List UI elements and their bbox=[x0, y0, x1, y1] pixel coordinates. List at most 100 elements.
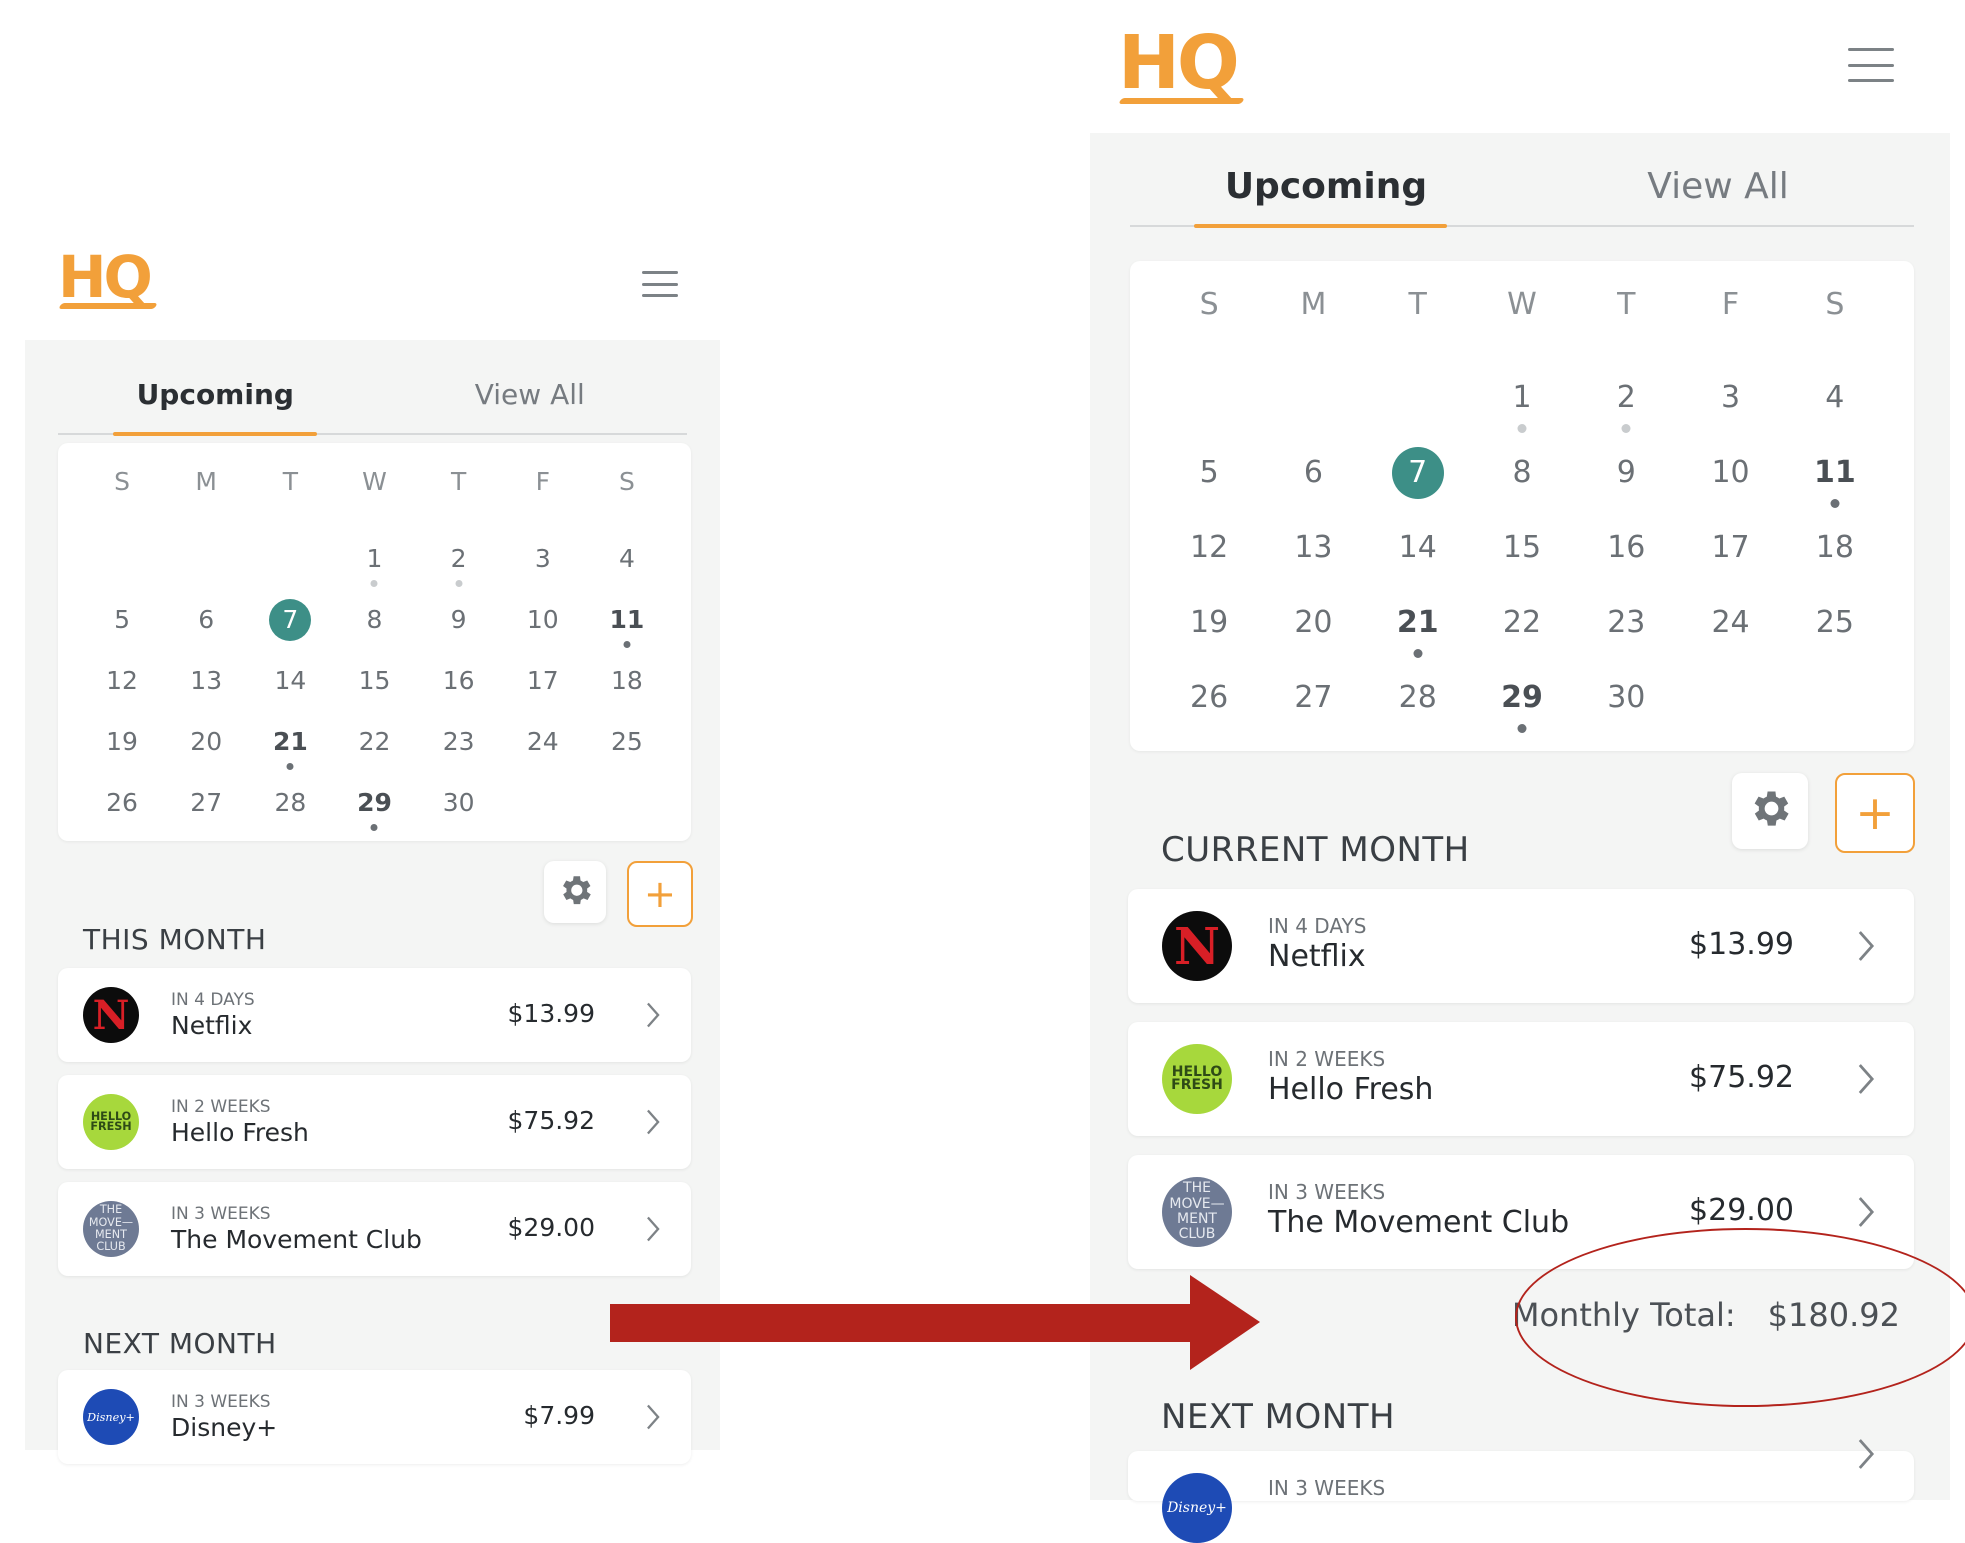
calendar-day[interactable]: 10 bbox=[501, 602, 585, 663]
calendar-day[interactable]: 2 bbox=[1574, 377, 1678, 452]
calendar-day[interactable]: 30 bbox=[1574, 677, 1678, 752]
calendar-day[interactable]: 26 bbox=[1157, 677, 1261, 752]
calendar-day[interactable]: 21 bbox=[248, 724, 332, 785]
chevron-right-icon[interactable] bbox=[645, 1001, 661, 1033]
calendar-day[interactable]: 21 bbox=[1366, 602, 1470, 677]
calendar-day[interactable]: 1 bbox=[332, 541, 416, 602]
calendar-day[interactable]: 29 bbox=[1470, 677, 1574, 752]
chevron-right-icon[interactable] bbox=[1856, 1437, 1876, 1475]
tab-view-all[interactable]: View All bbox=[1522, 153, 1914, 225]
calendar-day[interactable]: 9 bbox=[417, 602, 501, 663]
calendar-day[interactable]: 5 bbox=[80, 602, 164, 663]
calendar-day[interactable]: 9 bbox=[1574, 452, 1678, 527]
calendar-day[interactable]: 22 bbox=[1470, 602, 1574, 677]
day-number: 13 bbox=[190, 666, 223, 695]
calendar-day[interactable]: 27 bbox=[1261, 677, 1365, 752]
calendar-day[interactable]: 17 bbox=[1678, 527, 1782, 602]
weekday-label: M bbox=[1300, 287, 1327, 322]
calendar-day[interactable]: 10 bbox=[1678, 452, 1782, 527]
payment-dot bbox=[1621, 423, 1631, 433]
calendar-day[interactable]: 15 bbox=[332, 663, 416, 724]
calendar-day[interactable]: 18 bbox=[1783, 527, 1887, 602]
calendar-day[interactable]: 16 bbox=[417, 663, 501, 724]
calendar-day[interactable]: 23 bbox=[1574, 602, 1678, 677]
calendar-day[interactable]: 8 bbox=[1470, 452, 1574, 527]
chevron-right-icon[interactable] bbox=[645, 1108, 661, 1140]
calendar-day[interactable]: 19 bbox=[1157, 602, 1261, 677]
calendar-day[interactable]: 6 bbox=[164, 602, 248, 663]
calendar-day[interactable]: 24 bbox=[1678, 602, 1782, 677]
day-number: 7 bbox=[1408, 455, 1428, 490]
calendar-day[interactable]: 26 bbox=[80, 785, 164, 846]
day-number: 15 bbox=[358, 666, 391, 695]
tab-view-all[interactable]: View All bbox=[373, 360, 688, 433]
due-when: IN 3 WEEKS bbox=[1268, 1476, 1386, 1500]
chevron-right-icon[interactable] bbox=[1856, 1062, 1876, 1100]
calendar-day[interactable]: 16 bbox=[1574, 527, 1678, 602]
calendar-day[interactable]: 12 bbox=[80, 663, 164, 724]
day-number: 20 bbox=[1294, 605, 1333, 640]
calendar-day[interactable]: 28 bbox=[1366, 677, 1470, 752]
calendar-day[interactable]: 3 bbox=[501, 541, 585, 602]
calendar-day[interactable]: 25 bbox=[585, 724, 669, 785]
calendar-day[interactable]: 14 bbox=[1366, 527, 1470, 602]
calendar-day[interactable]: 7 bbox=[248, 598, 332, 663]
calendar-day[interactable]: 30 bbox=[417, 785, 501, 846]
weekday-label: W bbox=[1507, 287, 1537, 322]
day-number: 5 bbox=[1199, 455, 1219, 490]
day-number: 20 bbox=[190, 727, 223, 756]
calendar-day[interactable]: 25 bbox=[1783, 602, 1887, 677]
calendar-day[interactable]: 7 bbox=[1366, 447, 1470, 527]
chevron-right-icon[interactable] bbox=[645, 1403, 661, 1435]
settings-button[interactable] bbox=[1732, 773, 1808, 849]
menu-line bbox=[1848, 79, 1894, 82]
movement-logo-icon: THE MOVE—MENT CLUB bbox=[1162, 1177, 1232, 1247]
calendar-day[interactable]: 24 bbox=[501, 724, 585, 785]
calendar-day[interactable]: 12 bbox=[1157, 527, 1261, 602]
calendar-day[interactable]: 5 bbox=[1157, 452, 1261, 527]
calendar-day[interactable]: 19 bbox=[80, 724, 164, 785]
hamburger-menu-icon[interactable] bbox=[1848, 48, 1894, 82]
chevron-right-icon[interactable] bbox=[645, 1215, 661, 1247]
subscription-row[interactable]: Disney+ IN 3 WEEKS Disney+ $7.99 bbox=[58, 1370, 691, 1464]
calendar-day[interactable]: 4 bbox=[585, 541, 669, 602]
calendar-day[interactable]: 18 bbox=[585, 663, 669, 724]
calendar-day[interactable]: 22 bbox=[332, 724, 416, 785]
settings-button[interactable] bbox=[544, 861, 606, 923]
calendar-day[interactable]: 2 bbox=[417, 541, 501, 602]
calendar-day[interactable]: 29 bbox=[332, 785, 416, 846]
calendar-day[interactable]: 23 bbox=[417, 724, 501, 785]
calendar-day[interactable]: 11 bbox=[1783, 452, 1887, 527]
subscription-row[interactable]: HELLO FRESH IN 2 WEEKS Hello Fresh $75.92 bbox=[58, 1075, 691, 1169]
add-subscription-button[interactable]: + bbox=[627, 861, 693, 927]
calendar-day[interactable]: 15 bbox=[1470, 527, 1574, 602]
tab-upcoming[interactable]: Upcoming bbox=[58, 360, 373, 436]
calendar-day[interactable]: 3 bbox=[1678, 377, 1782, 452]
calendar-day[interactable]: 17 bbox=[501, 663, 585, 724]
subscription-row[interactable]: N IN 4 DAYS Netflix $13.99 bbox=[1128, 889, 1914, 1003]
calendar-day[interactable]: 4 bbox=[1783, 377, 1887, 452]
day-number: 22 bbox=[1502, 605, 1542, 640]
calendar-day[interactable]: 1 bbox=[1470, 377, 1574, 452]
chevron-right-icon[interactable] bbox=[1856, 929, 1876, 967]
subscription-row[interactable]: N IN 4 DAYS Netflix $13.99 bbox=[58, 968, 691, 1062]
calendar-day[interactable]: 27 bbox=[164, 785, 248, 846]
day-number: 19 bbox=[106, 727, 138, 756]
subscription-row[interactable]: HELLO FRESH IN 2 WEEKS Hello Fresh $75.92 bbox=[1128, 1022, 1914, 1136]
chevron-right-icon[interactable] bbox=[1856, 1195, 1876, 1233]
subscription-row[interactable]: THE MOVE—MENT CLUB IN 3 WEEKS The Movement… bbox=[58, 1182, 691, 1276]
tab-upcoming[interactable]: Upcoming bbox=[1130, 153, 1522, 228]
hamburger-menu-icon[interactable] bbox=[642, 271, 678, 297]
calendar-day[interactable]: 14 bbox=[248, 663, 332, 724]
day-number: 24 bbox=[526, 727, 559, 756]
add-subscription-button[interactable]: + bbox=[1835, 773, 1915, 853]
calendar-day[interactable]: 20 bbox=[1261, 602, 1365, 677]
calendar-day[interactable]: 28 bbox=[248, 785, 332, 846]
calendar-day[interactable]: 11 bbox=[585, 602, 669, 663]
calendar-day[interactable]: 20 bbox=[164, 724, 248, 785]
calendar-day[interactable]: 13 bbox=[1261, 527, 1365, 602]
subscription-row[interactable]: Disney+ IN 3 WEEKS bbox=[1128, 1439, 1914, 1543]
calendar-day[interactable]: 13 bbox=[164, 663, 248, 724]
calendar-day[interactable]: 6 bbox=[1261, 452, 1365, 527]
calendar-day[interactable]: 8 bbox=[332, 602, 416, 663]
